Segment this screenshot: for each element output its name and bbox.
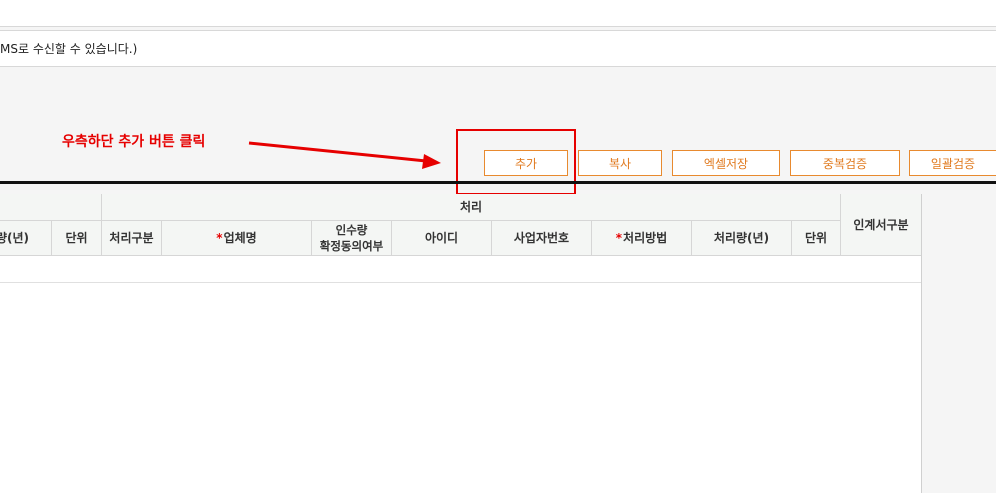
data-table: 처리 인계서구분 량(년) 단위 처리구분 *업체명 인수량 확정동의여부 아이… (0, 194, 922, 493)
section-divider (0, 181, 996, 184)
table-header-transfer-doc-type: 인계서구분 (841, 194, 921, 256)
table-header-group: 처리 (102, 194, 841, 221)
table-header-left-amount: 량(년) (0, 221, 52, 256)
company-name-label: 업체명 (223, 231, 257, 245)
table-header-left-unit: 단위 (52, 221, 102, 256)
table-header-consent: 인수량 확정동의여부 (312, 221, 392, 256)
table-header-left-group (0, 194, 102, 221)
excel-save-button[interactable]: 엑셀저장 (672, 150, 780, 176)
top-strip (0, 0, 996, 27)
table-row[interactable] (0, 256, 921, 283)
notice-row: MS로 수신할 수 있습니다.) (0, 30, 996, 67)
table-header-user-id: 아이디 (392, 221, 492, 256)
table-header-company-name: * 업체명 (162, 221, 312, 256)
table-header-amount: 처리량(년) (692, 221, 792, 256)
copy-button[interactable]: 복사 (578, 150, 662, 176)
add-button[interactable]: 추가 (484, 150, 568, 176)
table-header-process-type: 처리구분 (102, 221, 162, 256)
process-method-label: 처리방법 (623, 231, 668, 245)
notice-text: MS로 수신할 수 있습니다.) (0, 42, 138, 56)
table-header-business-number: 사업자번호 (492, 221, 592, 256)
table-header-process-method: * 처리방법 (592, 221, 692, 256)
annotation-arrow-icon (248, 141, 441, 169)
annotation-text: 우측하단 추가 버튼 클릭 (62, 134, 206, 150)
table-header-unit: 단위 (792, 221, 841, 256)
required-mark: * (615, 231, 623, 245)
batch-check-button[interactable]: 일괄검증 (909, 150, 996, 176)
required-mark: * (216, 231, 223, 245)
duplicate-check-button[interactable]: 중복검증 (790, 150, 900, 176)
